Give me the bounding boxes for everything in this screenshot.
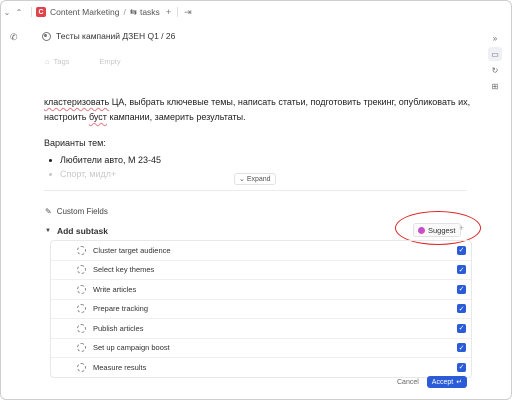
description-line-1: кластеризовать ЦА, выбрать ключевые темы… — [44, 95, 474, 110]
phone-icon[interactable]: ✆ — [10, 32, 18, 43]
tag-icon: ⌂ — [45, 57, 50, 66]
subtask-label: Write articles — [93, 284, 137, 294]
breadcrumb-list[interactable]: tasks — [140, 7, 160, 17]
bullet-icon — [49, 172, 52, 176]
suggestion-actions: Cancel Accept ↵ — [397, 376, 468, 388]
custom-fields-section[interactable]: ✎ Custom Fields — [45, 207, 108, 216]
edit-icon: ✎ — [45, 207, 52, 216]
list-item-text: Спорт, мидл+ — [60, 169, 117, 179]
bullet-icon — [49, 158, 52, 162]
status-circle-icon[interactable] — [77, 245, 86, 255]
tags-label: Tags — [53, 57, 70, 66]
table-row[interactable]: Publish articles ✓ — [51, 319, 471, 339]
description-text: настроить — [44, 112, 89, 122]
subtask-label: Measure results — [93, 362, 147, 372]
status-circle-icon[interactable] — [77, 304, 86, 314]
accept-label: Accept — [431, 378, 454, 386]
status-circle-icon[interactable] — [77, 343, 86, 353]
checkbox[interactable]: ✓ — [457, 265, 466, 275]
checkbox[interactable]: ✓ — [457, 343, 466, 353]
checkbox[interactable]: ✓ — [457, 284, 466, 294]
chevron-down-icon: ⌄ — [239, 176, 245, 183]
add-icon[interactable]: + — [166, 7, 171, 17]
chevron-up-icon[interactable]: ⌃ — [13, 8, 25, 17]
description-text: ЦА, выбрать ключевые темы, написать стат… — [109, 97, 471, 107]
comments-icon[interactable]: ▭ — [488, 47, 502, 61]
add-subtask-label: Add subtask — [56, 226, 108, 236]
task-title-row: Тесты кампаний ДЗЕН Q1 / 26 — [42, 31, 175, 41]
list-item: Любители авто, М 23-45 — [44, 153, 161, 167]
status-icon[interactable] — [42, 31, 51, 41]
description-line-2: настроить буст кампании, замерить резуль… — [44, 110, 474, 125]
chevron-down-icon[interactable]: ⌄ — [1, 8, 13, 17]
list-item: Спорт, мидл+ — [44, 167, 161, 181]
table-row[interactable]: Set up campaign boost ✓ — [51, 339, 471, 358]
collapse-panel-icon[interactable]: » — [488, 31, 502, 45]
caret-down-icon[interactable]: ▼ — [45, 228, 51, 234]
apps-icon[interactable]: ⊞ — [488, 79, 502, 93]
breadcrumb-space[interactable]: Content Marketing — [50, 7, 119, 17]
misspelled-word: кластеризовать — [44, 97, 110, 107]
subtask-label: Prepare tracking — [93, 304, 149, 314]
breadcrumb-separator: / — [123, 7, 126, 17]
checkbox[interactable]: ✓ — [457, 323, 466, 333]
description-text: кампании, замерить результаты. — [106, 112, 246, 122]
enter-key-icon: ↵ — [456, 379, 463, 386]
tags-label-wrap: ⌂ Tags — [45, 57, 69, 66]
divider — [177, 7, 179, 17]
custom-fields-label: Custom Fields — [56, 207, 108, 216]
status-circle-icon[interactable] — [77, 284, 86, 294]
checkbox[interactable]: ✓ — [457, 245, 466, 255]
table-row[interactable]: Prepare tracking ✓ — [51, 300, 471, 319]
status-circle-icon[interactable] — [77, 323, 86, 333]
expand-button[interactable]: ⌄ Expand — [234, 173, 276, 185]
section-divider — [44, 190, 467, 191]
misspelled-word: буст — [88, 112, 107, 122]
subtask-label: Select key themes — [93, 265, 155, 275]
list-icon: ⇆ — [129, 6, 137, 17]
list-item-text: Любители авто, М 23-45 — [60, 155, 161, 165]
tags-value[interactable]: Empty — [99, 57, 120, 66]
subtask-label: Set up campaign boost — [93, 343, 170, 353]
space-badge: C — [36, 7, 46, 17]
right-rail: » ▭ ↻ ⊞ — [487, 31, 503, 93]
task-description[interactable]: кластеризовать ЦА, выбрать ключевые темы… — [44, 95, 474, 125]
top-bar: ⌄ ⌃ C Content Marketing / ⇆ tasks + ⇥ — [1, 1, 511, 23]
table-row[interactable]: Write articles ✓ — [51, 280, 471, 300]
expand-label: Expand — [246, 176, 271, 183]
status-circle-icon[interactable] — [77, 362, 86, 372]
topic-list: Любители авто, М 23-45 Спорт, мидл+ — [44, 153, 161, 181]
cancel-button[interactable]: Cancel — [397, 379, 419, 386]
task-title[interactable]: Тесты кампаний ДЗЕН Q1 / 26 — [56, 31, 175, 41]
subtask-label: Publish articles — [93, 323, 144, 333]
checkbox[interactable]: ✓ — [457, 304, 466, 314]
table-row[interactable]: Cluster target audience ✓ — [51, 241, 471, 261]
task-window: ⌄ ⌃ C Content Marketing / ⇆ tasks + ⇥ ✆ … — [0, 0, 512, 400]
accept-button[interactable]: Accept ↵ — [426, 376, 468, 388]
status-circle-icon[interactable] — [77, 265, 86, 275]
suggested-subtasks-list: Cluster target audience ✓ Select key them… — [50, 240, 472, 378]
divider — [31, 7, 32, 17]
activity-icon[interactable]: ↻ — [488, 63, 502, 77]
table-row[interactable]: Measure results ✓ — [51, 358, 471, 377]
checkbox[interactable]: ✓ — [457, 362, 466, 372]
table-row[interactable]: Select key themes ✓ — [51, 261, 471, 280]
tags-row: ⌂ Tags Empty — [45, 57, 121, 66]
variants-label: Варианты тем: — [44, 138, 106, 148]
subtask-label: Cluster target audience — [93, 245, 171, 255]
move-task-icon[interactable]: ⇥ — [184, 7, 192, 18]
